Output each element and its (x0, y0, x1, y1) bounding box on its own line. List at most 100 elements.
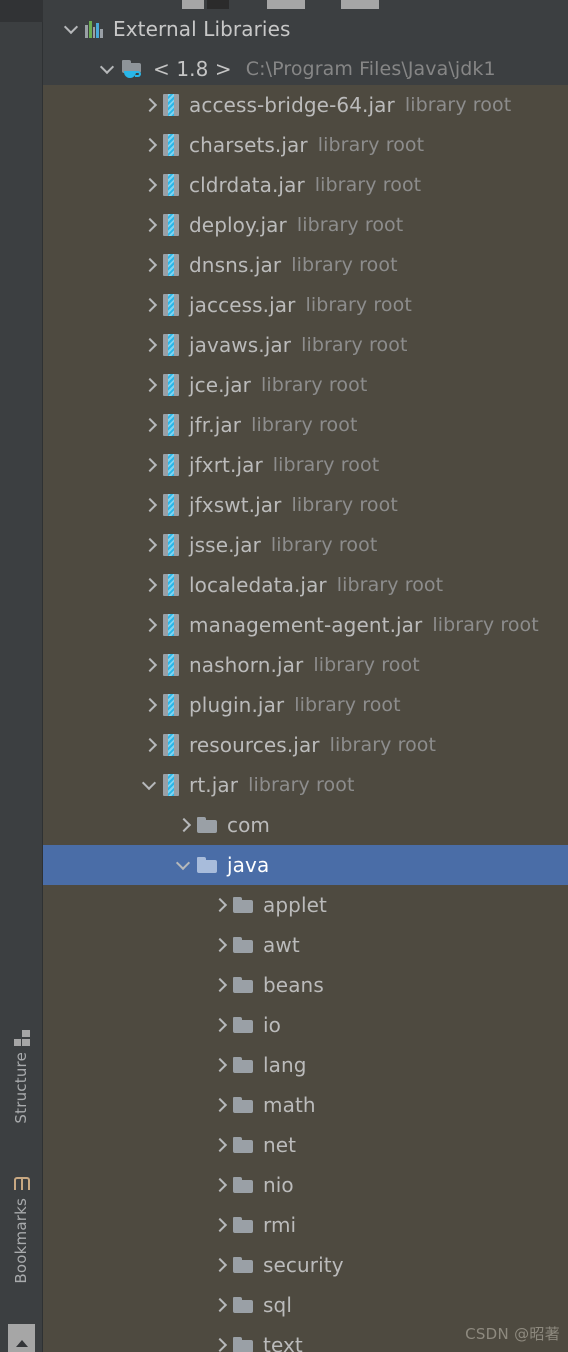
jar-file-icon (163, 294, 179, 316)
tree-node-jar[interactable]: rt.jar library root (43, 765, 568, 805)
tree-node-package[interactable]: beans (43, 965, 568, 1005)
chevron-down-icon[interactable] (173, 854, 195, 876)
tree-node-label: applet (263, 893, 327, 917)
chevron-right-icon[interactable] (139, 374, 161, 396)
chevron-down-icon[interactable] (139, 774, 161, 796)
tree-node-label: access-bridge-64.jar (189, 93, 395, 117)
tree-node-package[interactable]: nio (43, 1165, 568, 1205)
tree-node-package[interactable]: math (43, 1085, 568, 1125)
tree-node-jar[interactable]: plugin.jar library root (43, 685, 568, 725)
tree-node-jar[interactable]: javaws.jar library root (43, 325, 568, 365)
toolbar-icon-1[interactable] (182, 0, 204, 9)
sidebar-item-structure[interactable]: Structure (0, 1030, 43, 1128)
project-tree[interactable]: access-bridge-64.jar library root charsets… (43, 85, 568, 1352)
chevron-right-icon[interactable] (209, 1134, 231, 1156)
tree-node-jar[interactable]: jsse.jar library root (43, 525, 568, 565)
chevron-right-icon[interactable] (139, 574, 161, 596)
tree-node-package[interactable]: text (43, 1325, 568, 1352)
toolbar-icon-2[interactable] (207, 0, 229, 9)
tree-node-jar[interactable]: jfxswt.jar library root (43, 485, 568, 525)
tree-node-jar[interactable]: dnsns.jar library root (43, 245, 568, 285)
jar-file-icon (163, 94, 179, 116)
scroll-down-handle[interactable] (8, 1324, 35, 1352)
tree-node-package[interactable]: com (43, 805, 568, 845)
chevron-right-icon[interactable] (139, 334, 161, 356)
chevron-down-icon[interactable] (61, 18, 83, 40)
tree-node-jdk[interactable]: < 1.8 > C:\Program Files\Java\jdk1 (43, 49, 568, 85)
chevron-right-icon[interactable] (139, 734, 161, 756)
tree-node-label: jfxrt.jar (189, 453, 263, 477)
external-libraries-icon (85, 20, 103, 38)
ide-project-tool-window: Structure Bookmarks External Libraries <… (0, 0, 568, 1352)
chevron-right-icon[interactable] (139, 174, 161, 196)
tree-node-label: io (263, 1013, 281, 1037)
jar-file-icon (163, 254, 179, 276)
sidebar-item-bookmarks[interactable]: Bookmarks (0, 1176, 43, 1288)
tree-node-package[interactable]: io (43, 1005, 568, 1045)
tree-node-jar[interactable]: jaccess.jar library root (43, 285, 568, 325)
tree-node-label: jfr.jar (189, 413, 242, 437)
tree-node-package[interactable]: awt (43, 925, 568, 965)
chevron-right-icon[interactable] (139, 454, 161, 476)
tree-node-jar[interactable]: cldrdata.jar library root (43, 165, 568, 205)
tree-node-label: localedata.jar (189, 573, 327, 597)
chevron-right-icon[interactable] (209, 1094, 231, 1116)
chevron-right-icon[interactable] (139, 694, 161, 716)
toolbar-icon-4[interactable] (341, 0, 379, 9)
chevron-right-icon[interactable] (209, 1214, 231, 1236)
chevron-right-icon[interactable] (209, 974, 231, 996)
tree-node-jar[interactable]: deploy.jar library root (43, 205, 568, 245)
tree-node-package[interactable]: rmi (43, 1205, 568, 1245)
folder-icon (233, 1177, 253, 1193)
chevron-right-icon[interactable] (209, 1294, 231, 1316)
tree-node-label: math (263, 1093, 316, 1117)
chevron-right-icon[interactable] (139, 254, 161, 276)
jar-file-icon (163, 134, 179, 156)
tree-node-package[interactable]: net (43, 1125, 568, 1165)
chevron-right-icon[interactable] (209, 1014, 231, 1036)
tree-node-package[interactable]: sql (43, 1285, 568, 1325)
jar-file-icon (163, 734, 179, 756)
tree-node-external-libraries[interactable]: External Libraries (43, 9, 568, 49)
tree-node-jar[interactable]: jfxrt.jar library root (43, 445, 568, 485)
left-tool-strip: Structure Bookmarks (0, 0, 43, 1352)
chevron-right-icon[interactable] (209, 894, 231, 916)
chevron-right-icon[interactable] (139, 214, 161, 236)
jar-file-icon (163, 534, 179, 556)
tree-node-jar[interactable]: access-bridge-64.jar library root (43, 85, 568, 125)
chevron-right-icon[interactable] (209, 934, 231, 956)
chevron-down-icon[interactable] (97, 58, 119, 80)
tree-node-jar[interactable]: charsets.jar library root (43, 125, 568, 165)
library-root-label: library root (404, 94, 512, 116)
tree-node-label: nashorn.jar (189, 653, 304, 677)
jar-file-icon (163, 774, 179, 796)
tree-node-label: jaccess.jar (189, 293, 296, 317)
chevron-right-icon[interactable] (139, 134, 161, 156)
chevron-right-icon[interactable] (139, 94, 161, 116)
tree-node-jar[interactable]: jce.jar library root (43, 365, 568, 405)
tree-node-jar[interactable]: management-agent.jar library root (43, 605, 568, 645)
structure-label: Structure (12, 1052, 30, 1124)
chevron-right-icon[interactable] (173, 814, 195, 836)
chevron-right-icon[interactable] (139, 494, 161, 516)
library-root-label: library root (336, 574, 444, 596)
toolbar-icon-3[interactable] (267, 0, 305, 9)
chevron-right-icon[interactable] (139, 654, 161, 676)
chevron-right-icon[interactable] (209, 1334, 231, 1352)
chevron-right-icon[interactable] (139, 614, 161, 636)
chevron-right-icon[interactable] (209, 1254, 231, 1276)
tree-node-jar[interactable]: localedata.jar library root (43, 565, 568, 605)
chevron-right-icon[interactable] (139, 414, 161, 436)
tree-node-package[interactable]: java (43, 845, 568, 885)
chevron-right-icon[interactable] (209, 1174, 231, 1196)
chevron-right-icon[interactable] (139, 294, 161, 316)
tree-node-package[interactable]: applet (43, 885, 568, 925)
tree-node-jar[interactable]: resources.jar library root (43, 725, 568, 765)
library-root-label: library root (270, 534, 378, 556)
chevron-right-icon[interactable] (139, 534, 161, 556)
tree-node-package[interactable]: lang (43, 1045, 568, 1085)
tree-node-package[interactable]: security (43, 1245, 568, 1285)
chevron-right-icon[interactable] (209, 1054, 231, 1076)
tree-node-jar[interactable]: nashorn.jar library root (43, 645, 568, 685)
tree-node-jar[interactable]: jfr.jar library root (43, 405, 568, 445)
